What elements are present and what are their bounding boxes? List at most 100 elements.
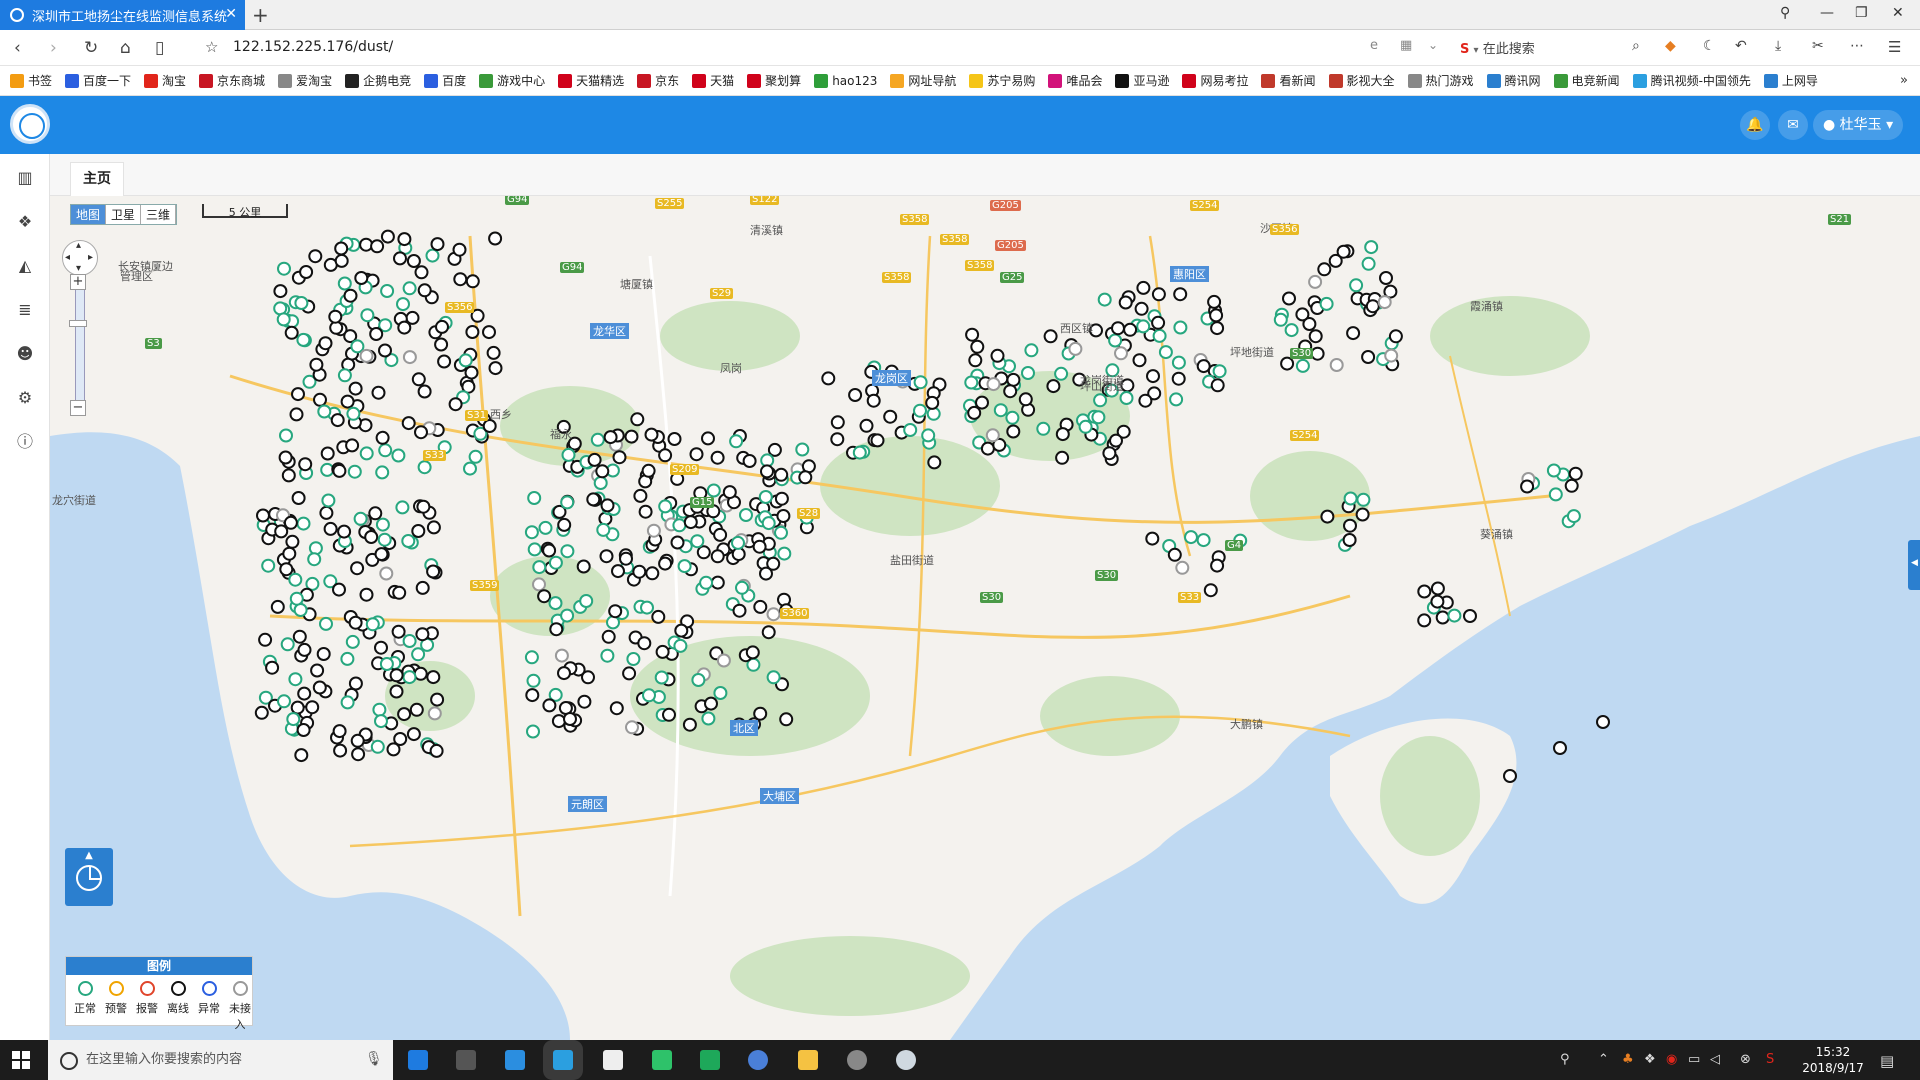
bookmark-item[interactable]: 网易考拉 (1182, 72, 1248, 89)
station-marker[interactable] (701, 711, 716, 726)
station-marker[interactable] (526, 724, 540, 739)
station-marker[interactable] (1548, 487, 1563, 502)
station-marker[interactable] (986, 377, 1001, 392)
station-marker[interactable] (731, 547, 746, 562)
station-marker[interactable] (261, 558, 276, 573)
station-marker[interactable] (579, 594, 594, 608)
station-marker[interactable] (374, 714, 388, 729)
zoom-out-button[interactable]: − (70, 400, 86, 416)
station-marker[interactable] (1319, 296, 1334, 311)
station-marker[interactable] (375, 430, 390, 445)
station-marker[interactable] (1123, 322, 1138, 337)
station-marker[interactable] (624, 429, 639, 444)
station-marker[interactable] (1546, 463, 1561, 478)
file-explorer-icon[interactable] (798, 1050, 818, 1070)
network-icon[interactable]: ▭ (1688, 1052, 1700, 1067)
station-marker[interactable] (334, 241, 349, 256)
station-marker[interactable] (348, 615, 363, 630)
station-marker[interactable] (374, 640, 388, 655)
station-marker[interactable] (713, 686, 728, 700)
station-marker[interactable] (458, 353, 473, 368)
station-marker[interactable] (1209, 308, 1224, 323)
station-marker[interactable] (316, 647, 331, 661)
taskbar-search-input[interactable]: 在这里输入你要搜索的内容 (48, 1040, 393, 1080)
station-marker[interactable] (682, 717, 697, 732)
station-marker[interactable] (345, 634, 360, 649)
station-marker[interactable] (596, 522, 611, 537)
station-marker[interactable] (276, 312, 291, 327)
station-marker[interactable] (297, 642, 312, 657)
bookmark-item[interactable]: 百度 (424, 72, 466, 89)
station-marker[interactable] (378, 343, 392, 358)
station-marker[interactable] (1417, 613, 1432, 628)
station-marker[interactable] (1210, 321, 1225, 336)
menu-icon[interactable]: ☰ (1888, 38, 1901, 56)
station-marker[interactable] (560, 544, 575, 559)
station-marker[interactable] (291, 491, 306, 505)
close-tab-icon[interactable]: ✕ (225, 6, 237, 22)
station-marker[interactable] (722, 485, 737, 500)
station-marker[interactable] (359, 348, 374, 363)
station-marker[interactable] (348, 676, 363, 691)
station-marker[interactable] (411, 647, 426, 662)
station-marker[interactable] (406, 254, 421, 268)
settings-icon[interactable]: ⚙ (15, 388, 35, 408)
station-marker[interactable] (434, 337, 449, 352)
station-marker[interactable] (1021, 366, 1035, 380)
station-marker[interactable] (291, 387, 305, 402)
station-marker[interactable] (347, 464, 362, 479)
station-marker[interactable] (328, 309, 343, 324)
station-marker[interactable] (1043, 329, 1058, 344)
station-marker[interactable] (330, 413, 345, 428)
station-marker[interactable] (417, 384, 432, 399)
station-marker[interactable] (577, 694, 592, 709)
station-marker[interactable] (1280, 356, 1295, 371)
station-marker[interactable] (359, 446, 374, 461)
bookmark-item[interactable]: 看新闻 (1261, 72, 1316, 89)
station-marker[interactable] (386, 742, 401, 757)
station-marker[interactable] (742, 454, 757, 468)
station-marker[interactable] (296, 332, 311, 347)
station-marker[interactable] (830, 415, 845, 430)
station-marker[interactable] (1111, 321, 1125, 336)
station-marker[interactable] (256, 508, 270, 523)
station-marker[interactable] (1158, 345, 1173, 360)
station-marker[interactable] (606, 615, 620, 630)
station-marker[interactable] (1343, 518, 1357, 533)
tray-icon-2[interactable]: ❖ (1644, 1052, 1656, 1067)
data-icon[interactable]: ≣ (15, 300, 35, 320)
station-marker[interactable] (380, 284, 395, 298)
notification-bell-icon[interactable]: 🔔 (1740, 110, 1770, 140)
station-marker[interactable] (1320, 509, 1335, 524)
station-marker[interactable] (980, 441, 995, 456)
station-marker[interactable] (284, 325, 299, 340)
station-marker[interactable] (379, 566, 394, 581)
station-marker[interactable] (677, 559, 692, 574)
station-marker[interactable] (411, 372, 426, 387)
bookmark-item[interactable]: 唯品会 (1048, 72, 1102, 89)
map-type-option[interactable]: 卫星 (106, 205, 142, 224)
station-marker[interactable] (1430, 594, 1445, 609)
station-marker[interactable] (586, 492, 601, 507)
station-marker[interactable] (732, 603, 747, 618)
bookmark-item[interactable]: 爱淘宝 (278, 72, 332, 89)
chevron-up-icon[interactable]: ⌃ (1598, 1052, 1609, 1067)
station-marker[interactable] (279, 562, 294, 577)
station-marker[interactable] (774, 491, 789, 506)
bookmark-item[interactable]: 百度一下 (65, 72, 131, 89)
station-marker[interactable] (337, 368, 352, 383)
station-marker[interactable] (289, 591, 304, 606)
station-marker[interactable] (1361, 350, 1376, 364)
side-panel-toggle[interactable]: ◀ (1908, 540, 1920, 590)
station-marker[interactable] (689, 447, 704, 462)
station-marker[interactable] (1435, 610, 1450, 625)
bookmark-item[interactable]: 上网导 (1763, 72, 1818, 89)
station-marker[interactable] (369, 327, 384, 341)
station-marker[interactable] (465, 325, 480, 339)
station-marker[interactable] (609, 701, 624, 716)
station-marker[interactable] (706, 483, 721, 498)
station-marker[interactable] (393, 251, 407, 266)
bookmark-item[interactable]: 亚马逊 (1115, 72, 1169, 89)
station-marker[interactable] (425, 248, 440, 263)
station-marker[interactable] (561, 447, 576, 462)
